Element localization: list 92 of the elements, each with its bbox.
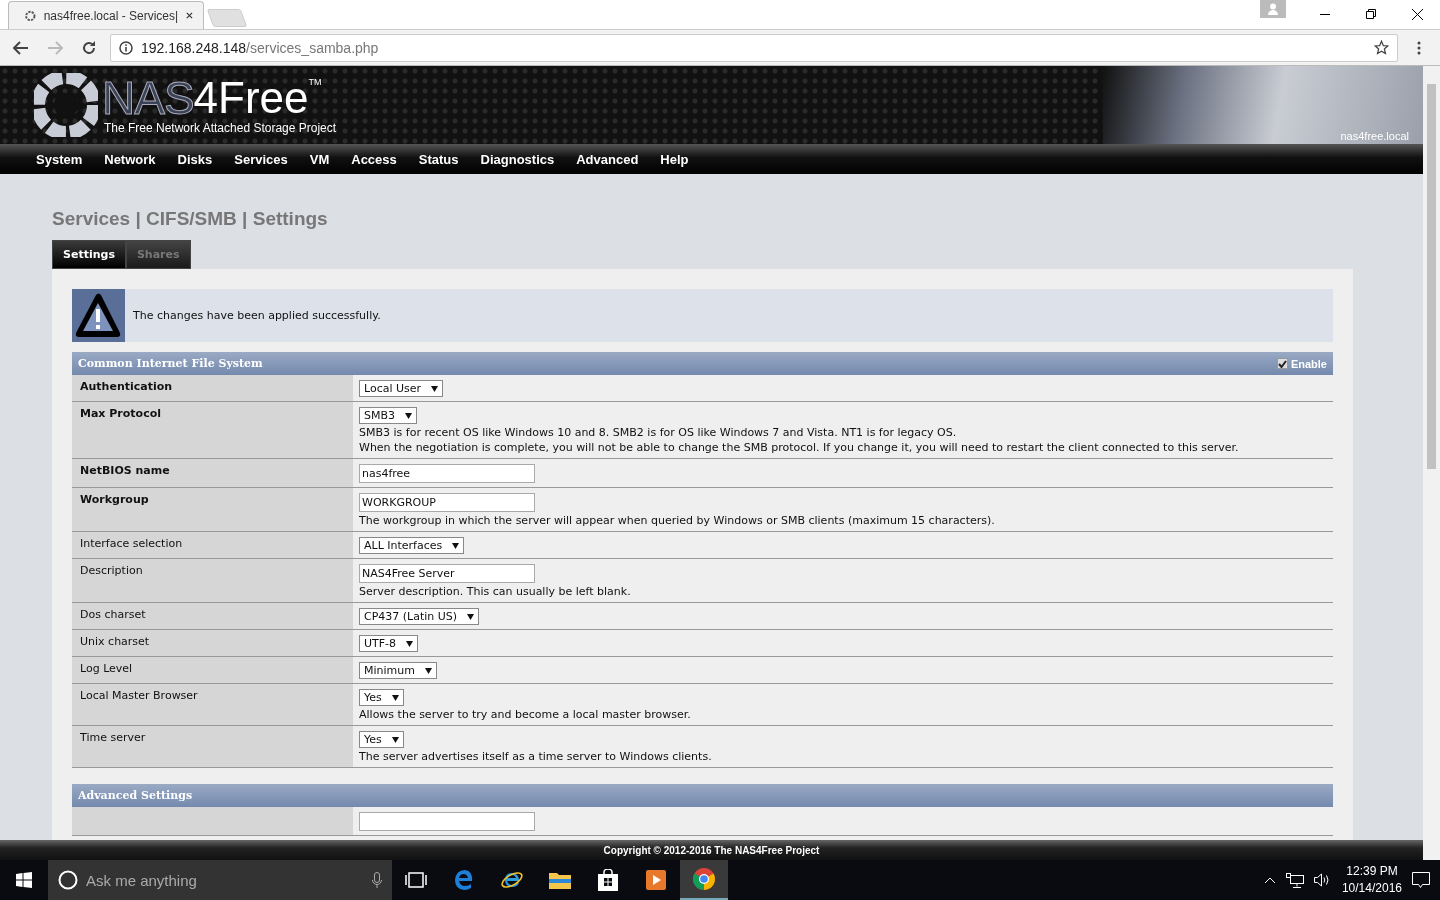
select-dropdown[interactable]: SMB3 [359,407,418,424]
caret-icon [391,736,399,743]
close-icon[interactable] [186,11,193,20]
nav-link[interactable]: VM [309,151,330,167]
page-tab[interactable]: Settings [52,240,126,269]
loading-icon [25,8,36,23]
folder-icon [549,871,571,889]
select-dropdown[interactable]: ALL Interfaces [359,537,465,554]
field-label: Interface selection [72,532,353,558]
windows-logo-icon [16,872,32,888]
nav-link[interactable]: Help [660,151,689,167]
field-description: The server advertises itself as a time server to Windows clients. [359,750,712,763]
caret-icon [452,542,460,549]
minimize-icon [1320,13,1330,15]
field-description: Server description. This can usually be left blank. [359,585,631,598]
forward-arrow-icon [47,40,63,55]
warning-icon [72,289,125,342]
star-icon[interactable] [1374,40,1389,55]
letter-e-icon [453,869,475,891]
field-label: Description [72,559,353,602]
caret-icon [425,667,432,674]
field-label: Log Level [72,657,353,683]
input-field[interactable] [359,812,535,831]
caret-icon [391,694,399,701]
nav-link[interactable]: Disks [177,151,213,167]
section-title: Common Internet File System [78,357,263,370]
caret-icon [431,385,439,392]
checkbox[interactable] [1276,358,1288,369]
tagline: The Free Network Attached Storage Project [104,121,337,135]
notice-text: The changes have been applied successfully. [133,309,381,322]
menu-icon [1417,40,1421,55]
nav-link[interactable]: Advanced [576,151,639,167]
input-field[interactable]: nas4free [359,464,535,483]
field-label: Local Master Browser [72,684,353,725]
select-dropdown[interactable]: Local User [359,380,444,397]
nav-link[interactable]: Network [104,151,156,167]
field-label: Unix charset [72,630,353,656]
back-arrow-icon [13,40,29,55]
chrome-button[interactable] [680,860,728,900]
field-label: Max Protocol [72,402,353,458]
select-dropdown[interactable]: Yes [359,689,404,706]
browser-tab[interactable]: nas4free.local - Services| [8,1,204,29]
close-icon [1411,8,1423,20]
speaker-icon[interactable] [1313,873,1332,887]
play-icon [646,870,666,890]
cortana-icon [58,870,78,890]
page-title: Services | CIFS/SMB | Settings [52,208,329,230]
field-label: Authentication [72,375,353,401]
tab-title: nas4free.local - Services| [43,8,179,23]
shopping-bag-icon [598,869,618,891]
url-text: 192.168.248.148/services_samba.php [141,39,380,56]
input-field[interactable]: WORKGROUP [359,493,535,512]
chevron-up-icon[interactable] [1263,876,1276,884]
select-dropdown[interactable]: CP437 (Latin US) [359,608,480,625]
network-icon[interactable] [1285,872,1304,888]
reload-icon [81,39,97,56]
select-dropdown[interactable]: UTF-8 [359,635,419,652]
field-description: Allows the server to try and become a local master browser. [359,708,691,721]
field-label: Time server [72,726,353,767]
nav-link[interactable]: Diagnostics [480,151,555,167]
restore-icon [1366,9,1376,19]
logo-icon [34,73,98,137]
caret-icon [406,640,414,647]
input-field[interactable]: NAS4Free Server [359,564,535,583]
user-icon [1268,3,1278,15]
select-dropdown[interactable]: Minimum [359,662,437,679]
nav-link[interactable]: System [36,151,83,167]
field-label: Dos charset [72,603,353,629]
nav-link[interactable]: Services [234,151,288,167]
nav-link[interactable]: Status [418,151,459,167]
address-field[interactable]: 192.168.248.148/services_samba.php [110,33,1398,62]
field-label: Workgroup [72,488,353,531]
notification-icon[interactable] [1412,871,1430,889]
field-description: The workgroup in which the server will appear when queried by Windows or SMB clients (maximum 15 characters). [359,514,995,527]
task-view-icon [405,872,427,888]
field-description: When the negotiation is complete, you will not be able to change the SMB protocol. If you change it, you will need to restart the client connected to this server. [359,441,1239,454]
select-dropdown[interactable]: Yes [359,731,404,748]
browser-logo-icon [692,867,716,891]
scrollbar[interactable] [1423,66,1440,860]
caret-icon [467,613,475,620]
copyright-text: Copyright © 2012-2016 The NAS4Free Project [603,844,820,856]
search-field[interactable]: Ask me anything [48,860,392,900]
section-title: Advanced Settings [78,789,193,802]
caret-icon [405,412,413,419]
info-icon [119,40,133,55]
hostname: nas4free.local [1340,130,1409,142]
field-description: SMB3 is for recent OS like Windows 10 and 8. SMB2 is for OS like Windows 7 and Vista. NT1 is for legacy OS. [359,426,957,439]
nav-link[interactable]: Access [351,151,397,167]
microphone-icon[interactable] [372,872,382,888]
clock[interactable]: 12:39 PM 10/14/2016 [1341,863,1402,897]
field-label: NetBIOS name [72,459,353,487]
scrollbar-thumb[interactable] [1427,84,1436,469]
